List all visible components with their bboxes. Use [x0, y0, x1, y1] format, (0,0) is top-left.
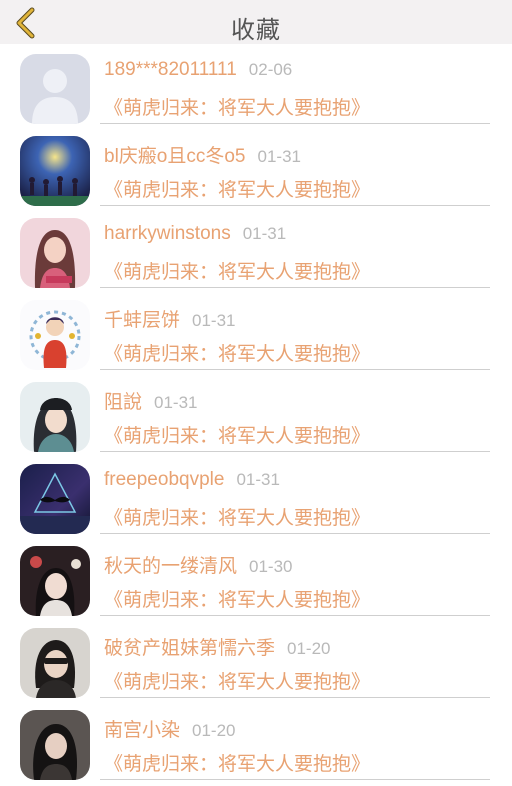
user-photo	[20, 382, 90, 452]
user-line: 阻說 01-31	[104, 387, 198, 414]
book-title[interactable]: 《萌虎归来：将军大人要抱抱》	[104, 667, 370, 694]
user-photo	[20, 218, 90, 288]
avatar[interactable]	[20, 628, 90, 698]
divider	[100, 205, 490, 206]
avatar[interactable]	[20, 546, 90, 616]
book-title[interactable]: 《萌虎归来：将军大人要抱抱》	[104, 503, 370, 530]
user-line: harrkywinstons 01-31	[104, 223, 286, 245]
date: 01-31	[192, 311, 236, 330]
date: 01-31	[242, 224, 287, 243]
username[interactable]: bl庆瘢o且cc冬o5	[104, 146, 246, 167]
username[interactable]: 阻說	[104, 392, 142, 413]
list-item[interactable]: 秋天的一缕清风 01-30 《萌虎归来：将军大人要抱抱》	[0, 536, 512, 618]
divider	[100, 779, 490, 780]
list-item[interactable]: bl庆瘢o且cc冬o5 01-31 《萌虎归来：将军大人要抱抱》	[0, 126, 512, 208]
top-bar: 收藏	[0, 0, 512, 44]
avatar[interactable]	[20, 136, 90, 206]
list-item[interactable]: 千蚌层饼 01-31 《萌虎归来：将军大人要抱抱》	[0, 290, 512, 372]
list-item[interactable]: harrkywinstons 01-31 《萌虎归来：将军大人要抱抱》	[0, 208, 512, 290]
book-title[interactable]: 《萌虎归来：将军大人要抱抱》	[104, 585, 370, 612]
username[interactable]: 189***82011111	[104, 59, 237, 80]
user-photo	[20, 464, 90, 534]
book-title[interactable]: 《萌虎归来：将军大人要抱抱》	[104, 93, 370, 120]
avatar[interactable]	[20, 382, 90, 452]
divider	[100, 123, 490, 124]
divider	[100, 615, 490, 616]
list-item[interactable]: 南宫小染 01-20 《萌虎归来：将军大人要抱抱》	[0, 700, 512, 782]
avatar[interactable]	[20, 218, 90, 288]
divider	[100, 697, 490, 698]
date: 01-20	[287, 639, 331, 658]
book-title[interactable]: 《萌虎归来：将军大人要抱抱》	[104, 749, 370, 776]
avatar[interactable]	[20, 54, 90, 124]
default-avatar-icon	[20, 54, 90, 124]
user-line: 189***82011111 02-06	[104, 59, 292, 81]
divider	[100, 369, 490, 370]
date: 01-31	[236, 470, 280, 489]
date: 01-31	[154, 393, 198, 412]
avatar[interactable]	[20, 300, 90, 370]
book-title[interactable]: 《萌虎归来：将军大人要抱抱》	[104, 421, 370, 448]
divider	[100, 287, 490, 288]
favorites-screen: 收藏 189***82011111 02-06 《萌虎归来：将军大人要抱抱》 b…	[0, 0, 512, 786]
user-photo	[20, 136, 90, 206]
book-title[interactable]: 《萌虎归来：将军大人要抱抱》	[104, 257, 370, 284]
date: 01-20	[192, 721, 236, 740]
user-photo	[20, 300, 90, 370]
date: 02-06	[248, 60, 293, 79]
list-item[interactable]: 阻說 01-31 《萌虎归来：将军大人要抱抱》	[0, 372, 512, 454]
book-title[interactable]: 《萌虎归来：将军大人要抱抱》	[104, 175, 370, 202]
date: 01-30	[249, 557, 293, 576]
date: 01-31	[257, 147, 301, 166]
divider	[100, 451, 490, 452]
username[interactable]: harrkywinstons	[104, 223, 231, 244]
username[interactable]: 破贫产姐妹第懦六季	[104, 638, 275, 659]
user-photo	[20, 710, 90, 780]
user-line: 南宫小染 01-20	[104, 715, 236, 742]
favorites-list: 189***82011111 02-06 《萌虎归来：将军大人要抱抱》 bl庆瘢…	[0, 44, 512, 786]
list-item[interactable]: 189***82011111 02-06 《萌虎归来：将军大人要抱抱》	[0, 44, 512, 126]
avatar[interactable]	[20, 464, 90, 534]
username[interactable]: 南宫小染	[104, 720, 180, 741]
divider	[100, 533, 490, 534]
username[interactable]: 秋天的一缕清风	[104, 556, 237, 577]
username[interactable]: 千蚌层饼	[104, 310, 180, 331]
user-line: bl庆瘢o且cc冬o5 01-31	[104, 141, 301, 168]
list-item[interactable]: freepeobqvple 01-31 《萌虎归来：将军大人要抱抱》	[0, 454, 512, 536]
user-photo	[20, 546, 90, 616]
user-photo	[20, 628, 90, 698]
user-line: 千蚌层饼 01-31	[104, 305, 236, 332]
list-item[interactable]: 破贫产姐妹第懦六季 01-20 《萌虎归来：将军大人要抱抱》	[0, 618, 512, 700]
user-line: 破贫产姐妹第懦六季 01-20	[104, 633, 331, 660]
page-title: 收藏	[231, 17, 281, 44]
user-line: 秋天的一缕清风 01-30	[104, 551, 293, 578]
username[interactable]: freepeobqvple	[104, 469, 224, 490]
avatar[interactable]	[20, 710, 90, 780]
user-line: freepeobqvple 01-31	[104, 469, 280, 491]
book-title[interactable]: 《萌虎归来：将军大人要抱抱》	[104, 339, 370, 366]
